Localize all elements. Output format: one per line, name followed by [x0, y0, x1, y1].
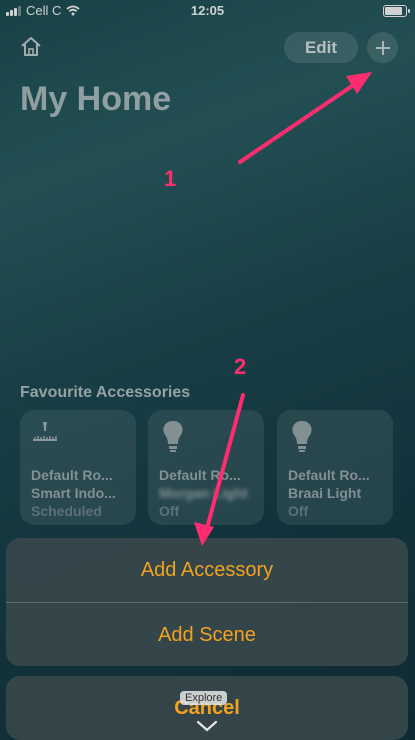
accessory-room: Default Ro...: [159, 467, 241, 483]
accessory-room: Default Ro...: [31, 467, 113, 483]
accessory-tile[interactable]: Default Ro... Braai Light Off: [277, 410, 393, 525]
accessory-name: Smart Indo...: [31, 485, 116, 501]
accessory-status: Scheduled: [31, 503, 102, 519]
status-bar: Cell C 12:05: [0, 0, 415, 22]
house-icon: [21, 37, 41, 56]
accessory-room: Default Ro...: [288, 467, 370, 483]
sprinkler-icon: [33, 422, 57, 441]
annotation-arrow-1: [238, 72, 372, 164]
edit-button[interactable]: Edit: [284, 32, 358, 63]
add-button[interactable]: [367, 32, 398, 63]
accessory-tile[interactable]: Default Ro... Morgan Light Off: [148, 410, 264, 525]
annotation-marker-2: 2: [234, 354, 247, 379]
page-title: My Home: [20, 80, 172, 118]
accessory-name: Morgan Light: [159, 485, 248, 501]
chevron-down-icon[interactable]: [196, 719, 218, 733]
add-accessory-button[interactable]: Add Accessory: [6, 538, 408, 602]
explore-tooltip: Explore: [180, 691, 228, 705]
plus-icon: [375, 40, 390, 55]
favourites-section-title: Favourite Accessories: [20, 384, 191, 401]
accessory-status: Off: [288, 503, 309, 519]
lightbulb-icon: [163, 421, 183, 452]
accessory-name: Braai Light: [288, 485, 362, 501]
annotation-marker-1: 1: [164, 166, 177, 191]
clock: 12:05: [190, 3, 225, 18]
action-sheet: Add Accessory Add Scene: [6, 538, 408, 666]
home-button[interactable]: [16, 32, 46, 62]
battery-icon: [383, 5, 410, 17]
accessory-tile[interactable]: Default Ro... Smart Indo... Scheduled: [20, 410, 136, 525]
accessory-status: Off: [159, 503, 180, 519]
lightbulb-icon: [292, 421, 312, 452]
add-scene-button[interactable]: Add Scene: [6, 603, 408, 666]
